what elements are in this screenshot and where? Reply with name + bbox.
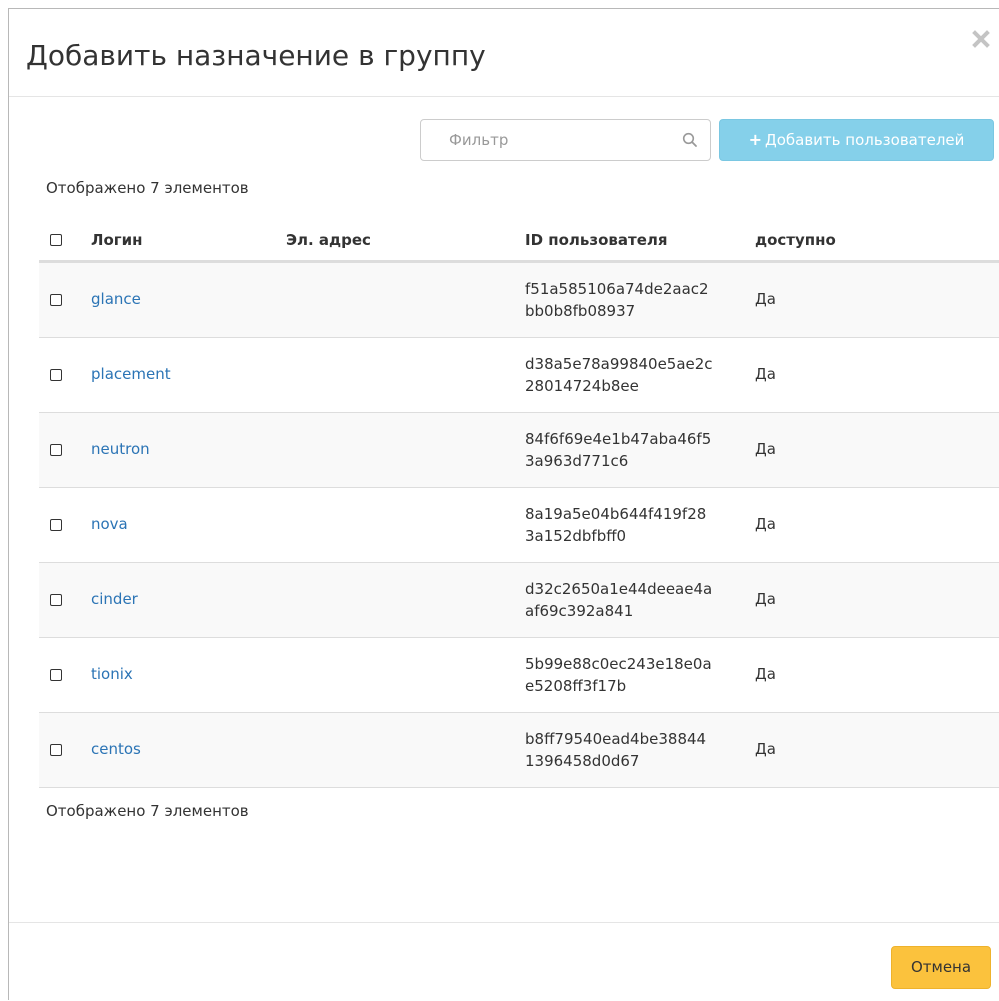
add-users-label: Добавить пользователей: [765, 131, 965, 149]
user-id-line1: b8ff79540ead4be38844: [525, 730, 707, 748]
user-enabled: Да: [755, 665, 776, 683]
column-header-user-id[interactable]: ID пользователя: [525, 231, 668, 249]
close-icon[interactable]: [967, 25, 995, 53]
user-id-line1: 8a19a5e04b644f419f28: [525, 505, 707, 523]
modal-title: Добавить назначение в группу: [26, 39, 486, 72]
add-users-button[interactable]: + Добавить пользователей: [719, 119, 994, 161]
row-checkbox[interactable]: [50, 594, 62, 606]
table-row: glance f51a585106a74de2aac2 bb0b8fb08937 …: [39, 263, 999, 338]
user-enabled: Да: [755, 515, 776, 533]
user-login-link[interactable]: tionix: [91, 665, 133, 683]
user-id: d38a5e78a99840e5ae2c 28014724b8ee: [525, 353, 755, 397]
user-id: 84f6f69e4e1b47aba46f5 3a963d771c6: [525, 428, 755, 472]
user-id-line2: e5208ff3f17b: [525, 677, 627, 695]
table-row: centos b8ff79540ead4be38844 1396458d0d67 …: [39, 713, 999, 788]
user-id-line2: af69c392a841: [525, 602, 634, 620]
users-table: Логин Эл. адрес ID пользователя доступно…: [39, 219, 999, 788]
user-id-line2: 3a963d771c6: [525, 452, 629, 470]
user-id: 8a19a5e04b644f419f28 3a152dbfbff0: [525, 503, 755, 547]
search-icon[interactable]: [682, 132, 698, 148]
table-row: placement d38a5e78a99840e5ae2c 28014724b8…: [39, 338, 999, 413]
modal-header: Добавить назначение в группу: [9, 9, 999, 97]
user-id: d32c2650a1e44deeae4a af69c392a841: [525, 578, 755, 622]
user-login-link[interactable]: nova: [91, 515, 128, 533]
table-row: neutron 84f6f69e4e1b47aba46f5 3a963d771c6…: [39, 413, 999, 488]
cancel-button[interactable]: Отмена: [891, 946, 991, 989]
table-row: tionix 5b99e88c0ec243e18e0a e5208ff3f17b …: [39, 638, 999, 713]
table-header: Логин Эл. адрес ID пользователя доступно: [39, 219, 999, 263]
user-login-link[interactable]: cinder: [91, 590, 138, 608]
items-count-top: Отображено 7 элементов: [46, 179, 249, 197]
user-enabled: Да: [755, 440, 776, 458]
user-id: b8ff79540ead4be38844 1396458d0d67: [525, 728, 755, 772]
user-id: f51a585106a74de2aac2 bb0b8fb08937: [525, 278, 755, 322]
table-row: nova 8a19a5e04b644f419f28 3a152dbfbff0 Да: [39, 488, 999, 563]
column-header-enabled[interactable]: доступно: [755, 231, 836, 249]
user-id: 5b99e88c0ec243e18e0a e5208ff3f17b: [525, 653, 755, 697]
user-enabled: Да: [755, 365, 776, 383]
user-id-line1: 84f6f69e4e1b47aba46f5: [525, 430, 712, 448]
row-checkbox[interactable]: [50, 294, 62, 306]
row-checkbox[interactable]: [50, 744, 62, 756]
table-row: cinder d32c2650a1e44deeae4a af69c392a841 …: [39, 563, 999, 638]
user-id-line1: f51a585106a74de2aac2: [525, 280, 709, 298]
user-id-line2: 28014724b8ee: [525, 377, 639, 395]
row-checkbox[interactable]: [50, 519, 62, 531]
column-header-login[interactable]: Логин: [91, 231, 142, 249]
user-id-line1: 5b99e88c0ec243e18e0a: [525, 655, 712, 673]
user-id-line2: 1396458d0d67: [525, 752, 640, 770]
user-login-link[interactable]: placement: [91, 365, 171, 383]
user-enabled: Да: [755, 290, 776, 308]
items-count-bottom: Отображено 7 элементов: [46, 802, 249, 820]
user-id-line1: d38a5e78a99840e5ae2c: [525, 355, 713, 373]
user-id-line2: bb0b8fb08937: [525, 302, 636, 320]
modal-footer: Отмена: [9, 922, 999, 1001]
plus-icon: +: [748, 130, 762, 149]
filter-box: [420, 119, 711, 161]
row-checkbox[interactable]: [50, 369, 62, 381]
select-all-checkbox[interactable]: [50, 234, 62, 246]
user-id-line2: 3a152dbfbff0: [525, 527, 627, 545]
user-id-line1: d32c2650a1e44deeae4a: [525, 580, 713, 598]
user-login-link[interactable]: glance: [91, 290, 141, 308]
column-header-email[interactable]: Эл. адрес: [286, 231, 371, 249]
user-login-link[interactable]: centos: [91, 740, 141, 758]
add-group-assignment-modal: Добавить назначение в группу +Добавить п…: [8, 8, 999, 1000]
filter-input[interactable]: [421, 120, 671, 160]
user-enabled: Да: [755, 740, 776, 758]
user-enabled: Да: [755, 590, 776, 608]
user-login-link[interactable]: neutron: [91, 440, 150, 458]
row-checkbox[interactable]: [50, 444, 62, 456]
row-checkbox[interactable]: [50, 669, 62, 681]
